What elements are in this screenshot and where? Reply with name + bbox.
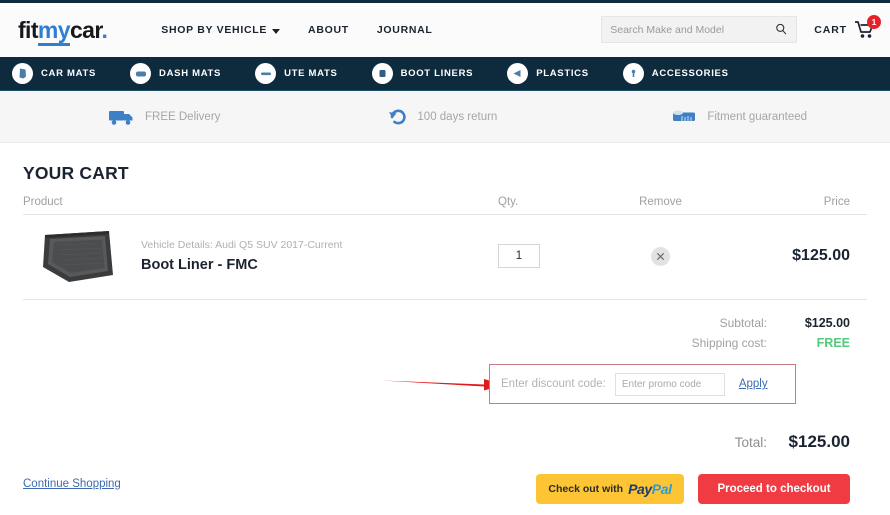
- cart-label: CART: [814, 23, 847, 36]
- product-cell: Vehicle Details: Audi Q5 SUV 2017-Curren…: [23, 227, 498, 285]
- benefit-100-days-return: 100 days return: [388, 108, 497, 126]
- continue-shopping-link[interactable]: Continue Shopping: [23, 478, 121, 490]
- logo-car: car: [69, 16, 102, 43]
- page-title: YOUR CART: [23, 163, 129, 183]
- quantity-input[interactable]: [498, 244, 540, 268]
- table-row: Vehicle Details: Audi Q5 SUV 2017-Curren…: [23, 215, 867, 300]
- truck-icon: [109, 110, 133, 125]
- category-item-dash-mats[interactable]: DASH MATS: [130, 63, 221, 84]
- benefit-fitment-guaranteed: Fitment guaranteed: [672, 108, 807, 126]
- total-label: Total:: [734, 435, 767, 450]
- category-item-boot-liners[interactable]: BOOT LINERS: [371, 63, 474, 84]
- checkout-buttons: Check out with PayPal Proceed to checkou…: [536, 474, 850, 504]
- paypal-checkout-button[interactable]: Check out with PayPal: [536, 474, 684, 504]
- cart-button[interactable]: CART 1: [814, 14, 881, 40]
- product-vehicle-details: Vehicle Details: Audi Q5 SUV 2017-Curren…: [141, 239, 343, 251]
- nav-label-shop-by-vehicle: SHOP BY VEHICLE: [161, 24, 268, 36]
- chevron-down-icon: [272, 28, 281, 34]
- qty-cell: [498, 244, 603, 268]
- annotation-arrow: [382, 379, 504, 391]
- logo-dot: .: [101, 16, 108, 43]
- logo-fit: fit: [18, 16, 39, 43]
- column-header-remove: Remove: [639, 196, 682, 208]
- paypal-logo: PayPal: [628, 481, 672, 497]
- benefits-bar: FREE Delivery 100 days return Fitment gu…: [0, 91, 890, 143]
- product-price: $125.00: [792, 247, 850, 264]
- main-navigation: SHOP BY VEHICLE ABOUT JOURNAL: [161, 24, 432, 36]
- grand-total-row: Total: $125.00: [23, 432, 867, 452]
- category-label-accessories: ACCESSORIES: [651, 68, 729, 79]
- category-label-ute-mats: UTE MATS: [284, 68, 338, 79]
- benefit-label-free-delivery: FREE Delivery: [145, 110, 221, 123]
- remove-item-button[interactable]: [651, 246, 670, 266]
- plastics-icon: [507, 63, 529, 84]
- benefit-label-100-days-return: 100 days return: [417, 110, 498, 123]
- subtotal-value: $125.00: [804, 316, 850, 330]
- remove-cell: [603, 246, 718, 266]
- logo-my: my: [37, 16, 71, 46]
- nav-label-journal: JOURNAL: [376, 24, 433, 36]
- close-icon: [656, 252, 665, 260]
- search-box[interactable]: [601, 16, 798, 43]
- search-icon[interactable]: [775, 23, 788, 36]
- accessories-icon: [622, 63, 644, 84]
- product-text: Vehicle Details: Audi Q5 SUV 2017-Curren…: [141, 239, 342, 273]
- cart-actions: Continue Shopping Check out with PayPal …: [23, 474, 867, 504]
- category-item-plastics[interactable]: PLASTICS: [507, 63, 589, 84]
- cart-icon[interactable]: 1: [854, 14, 881, 40]
- paypal-prefix-label: Check out with: [548, 483, 624, 495]
- site-header: fitmycar. SHOP BY VEHICLE ABOUT JOURNAL …: [0, 3, 890, 57]
- benefit-label-fitment-guaranteed: Fitment guaranteed: [707, 110, 808, 123]
- discount-area: Enter discount code: Apply: [23, 364, 867, 416]
- total-value: $125.00: [788, 432, 850, 451]
- column-header-price: Price: [823, 196, 850, 208]
- search-input[interactable]: [610, 23, 776, 36]
- measuring-tape-icon: [673, 110, 696, 121]
- shipping-value: FREE: [816, 336, 850, 350]
- car-mat-icon: [12, 63, 33, 84]
- category-label-dash-mats: DASH MATS: [159, 68, 222, 79]
- promo-code-input[interactable]: [614, 372, 725, 396]
- category-navigation: CAR MATS DASH MATS UTE MATS BOOT LINERS …: [0, 57, 890, 91]
- category-label-plastics: PLASTICS: [536, 68, 589, 79]
- column-header-qty: Qty.: [498, 196, 519, 208]
- benefit-free-delivery: FREE Delivery: [108, 108, 220, 126]
- ute-mat-icon: [255, 63, 277, 84]
- nav-label-about: ABOUT: [308, 24, 349, 36]
- cart-main: YOUR CART Product Qty. Remove Price Vehi…: [0, 163, 890, 504]
- cart-count-badge: 1: [867, 14, 881, 29]
- proceed-to-checkout-button[interactable]: Proceed to checkout: [698, 474, 850, 504]
- category-item-car-mats[interactable]: CAR MATS: [12, 63, 96, 84]
- shipping-row: Shipping cost: FREE: [23, 336, 867, 350]
- return-arrow-icon: [389, 109, 407, 124]
- apply-promo-link[interactable]: Apply: [739, 378, 768, 390]
- discount-label: Enter discount code:: [501, 378, 606, 390]
- nav-item-shop-by-vehicle[interactable]: SHOP BY VEHICLE: [161, 24, 281, 36]
- nav-item-about[interactable]: ABOUT: [308, 24, 349, 36]
- category-item-ute-mats[interactable]: UTE MATS: [255, 63, 337, 84]
- category-item-accessories[interactable]: ACCESSORIES: [622, 63, 729, 84]
- nav-item-journal[interactable]: JOURNAL: [377, 24, 433, 36]
- paypal-pal-text: Pal: [651, 481, 672, 497]
- discount-code-box: Enter discount code: Apply: [489, 364, 796, 404]
- boot-liner-icon: [371, 63, 393, 84]
- site-logo[interactable]: fitmycar.: [18, 16, 108, 46]
- shipping-label: Shipping cost:: [691, 336, 767, 350]
- dash-mat-icon: [130, 63, 152, 84]
- cart-table-header: Product Qty. Remove Price: [23, 196, 867, 215]
- boot-liner-product-image[interactable]: [39, 227, 117, 285]
- paypal-pay-text: Pay: [628, 481, 652, 497]
- header-right-group: CART 1: [601, 14, 881, 43]
- subtotal-label: Subtotal:: [719, 316, 767, 330]
- column-header-product: Product: [23, 196, 63, 208]
- product-name[interactable]: Boot Liner - FMC: [141, 257, 342, 273]
- category-label-car-mats: CAR MATS: [41, 68, 97, 79]
- subtotal-row: Subtotal: $125.00: [23, 316, 867, 330]
- totals-block: Subtotal: $125.00 Shipping cost: FREE: [23, 316, 867, 350]
- category-label-boot-liners: BOOT LINERS: [400, 68, 474, 79]
